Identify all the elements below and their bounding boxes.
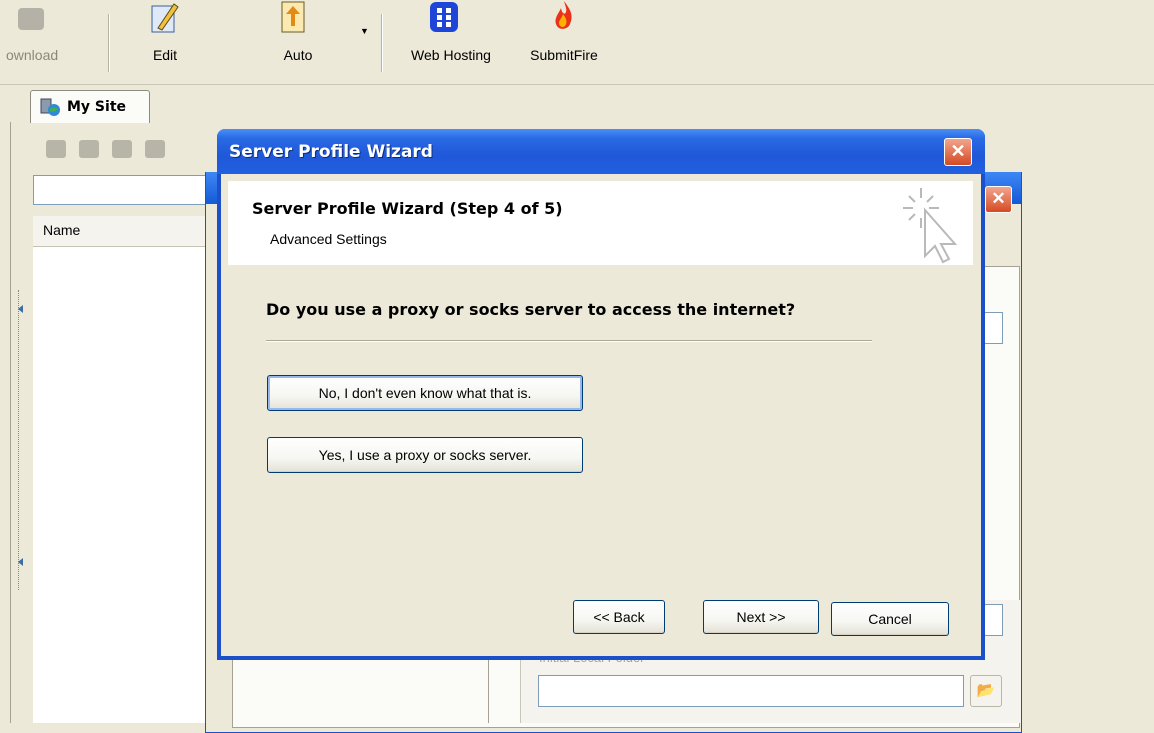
use-proxy-button[interactable]: Yes, I use a proxy or socks server.: [267, 437, 583, 473]
edit-pencil-icon: [151, 3, 179, 33]
auto-button[interactable]: Auto: [268, 0, 328, 84]
edit-button[interactable]: Edit: [140, 0, 190, 84]
wizard-cursor-icon: [903, 188, 958, 264]
site-tabstrip: [0, 85, 1154, 123]
browse-folder-icon[interactable]: 📂: [970, 675, 1002, 707]
background-dialog-close-button[interactable]: ✕: [985, 186, 1012, 213]
main-toolbar: ownload Edit Auto ▼ Web Hosting SubmitFi…: [0, 0, 1154, 85]
wizard-titlebar[interactable]: Server Profile Wizard ✕: [217, 129, 985, 174]
collapse-arrow-icon[interactable]: [18, 558, 23, 566]
wizard-body: Server Profile Wizard (Step 4 of 5) Adva…: [221, 174, 981, 656]
web-hosting-icon: [430, 2, 458, 32]
submitfire-label: SubmitFire: [530, 47, 598, 63]
wizard-step-subtitle: Advanced Settings: [270, 231, 387, 247]
auto-label: Auto: [283, 47, 313, 63]
new-folder-icon[interactable]: [46, 140, 66, 158]
submitfire-button[interactable]: SubmitFire: [524, 0, 604, 84]
download-icon: [18, 8, 44, 30]
open-folder-icon[interactable]: [79, 140, 99, 158]
toolbar-separator: [108, 14, 110, 72]
initial-local-folder-input[interactable]: [538, 675, 964, 707]
web-hosting-button[interactable]: Web Hosting: [396, 0, 506, 84]
proxy-question: Do you use a proxy or socks server to ac…: [266, 300, 796, 319]
site-mini-toolbar: [46, 140, 178, 161]
web-hosting-label: Web Hosting: [411, 47, 491, 63]
submitfire-flame-icon: [555, 1, 572, 29]
toolbar-separator: [381, 14, 383, 72]
edit-label: Edit: [152, 47, 178, 63]
cancel-button[interactable]: Cancel: [831, 602, 949, 636]
auto-dropdown-arrow-icon[interactable]: ▼: [360, 26, 369, 36]
site-tools-icon[interactable]: [112, 140, 132, 158]
column-name[interactable]: Name: [43, 222, 80, 238]
wizard-header: Server Profile Wizard (Step 4 of 5) Adva…: [228, 181, 973, 265]
server-profile-wizard: Server Profile Wizard ✕ Server Profile W…: [217, 129, 985, 660]
wizard-close-button[interactable]: ✕: [944, 138, 972, 166]
shield-icon[interactable]: [145, 140, 165, 158]
site-icon: [40, 98, 60, 116]
pane-splitter[interactable]: [18, 290, 27, 590]
wizard-title: Server Profile Wizard: [229, 142, 433, 162]
tab-my-site[interactable]: My Site: [30, 90, 150, 123]
tab-my-site-label: My Site: [67, 99, 127, 115]
download-button[interactable]: ownload: [0, 0, 90, 84]
wizard-step-title: Server Profile Wizard (Step 4 of 5): [252, 199, 563, 218]
download-label: ownload: [6, 47, 59, 63]
question-divider: [266, 340, 872, 342]
collapse-arrow-icon[interactable]: [18, 305, 23, 313]
back-button[interactable]: << Back: [573, 600, 665, 634]
no-proxy-button[interactable]: No, I don't even know what that is.: [267, 375, 583, 411]
next-button[interactable]: Next >>: [703, 600, 819, 634]
auto-icon: [281, 1, 305, 33]
file-list[interactable]: [33, 247, 234, 723]
